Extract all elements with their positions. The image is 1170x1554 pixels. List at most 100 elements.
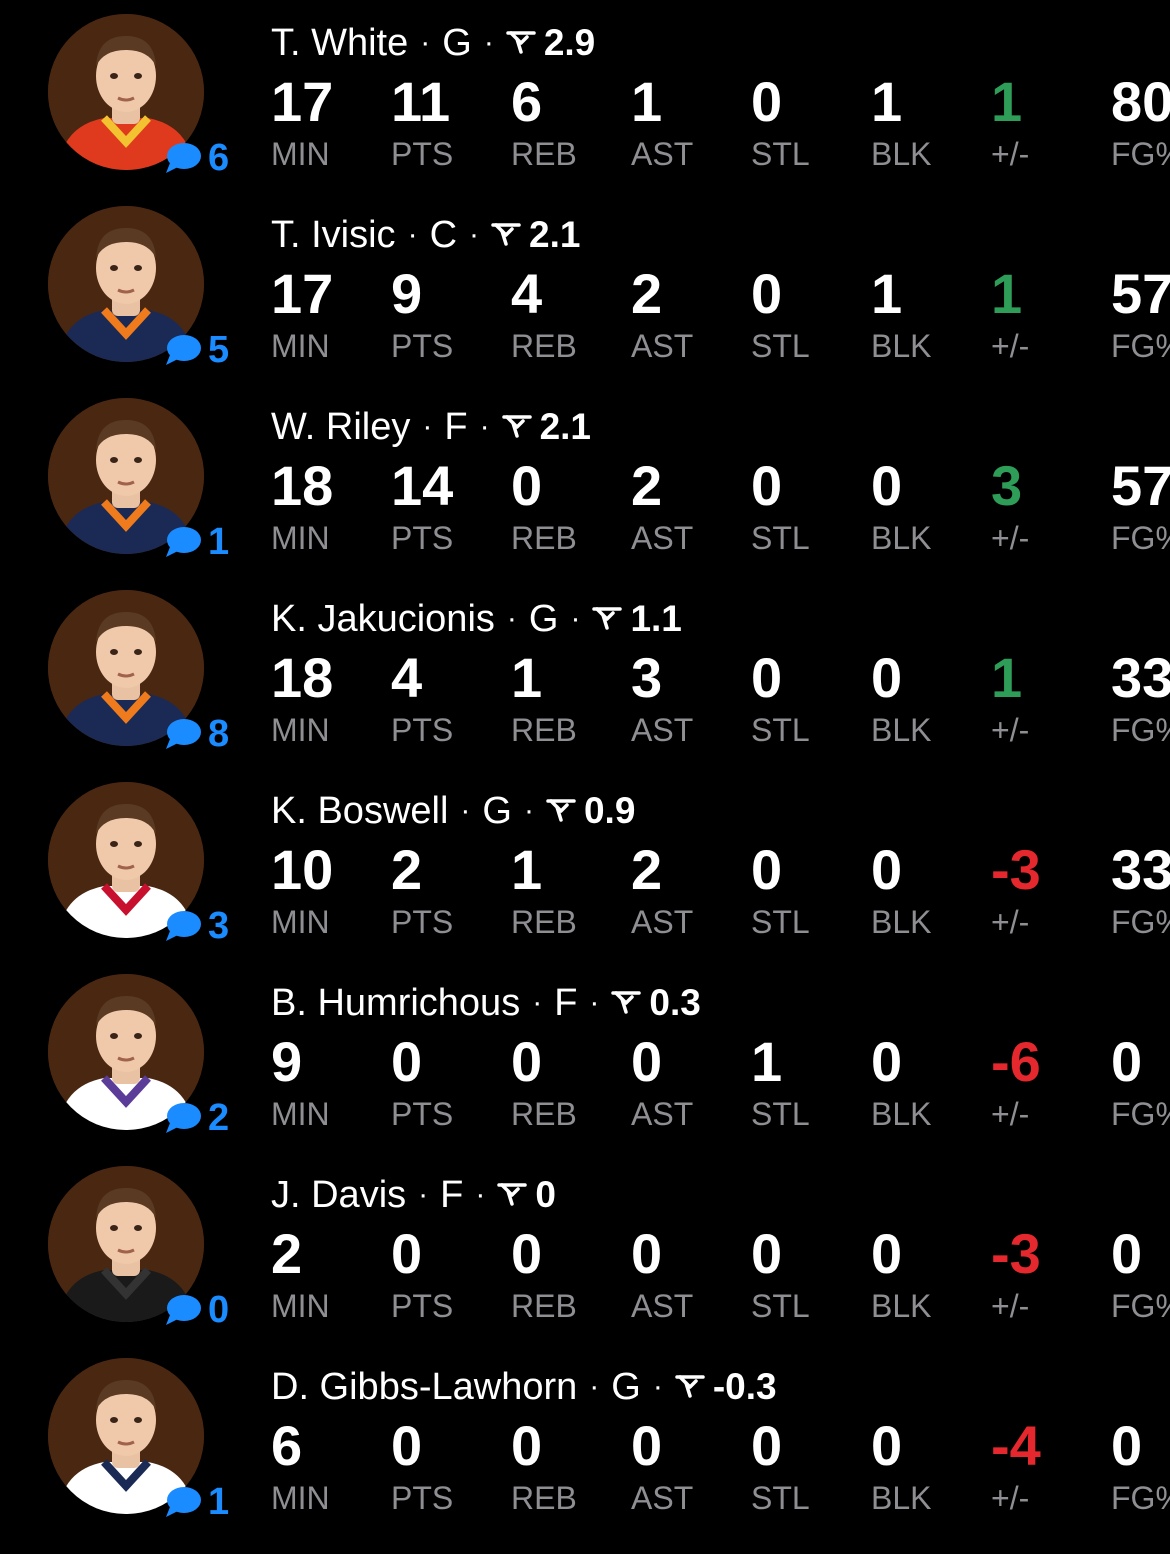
player-rating: 2.1 — [539, 406, 592, 447]
player-info-line[interactable]: K. Jakucionis · G · 1.1 — [271, 596, 682, 642]
comment-badge[interactable]: 1 — [164, 1480, 229, 1524]
stat-fg-pct-value: 0 — [1111, 1030, 1143, 1093]
player-rating: 0 — [535, 1174, 556, 1215]
player-row[interactable]: 2 B. Humrichous · F · 0.3 9 MIN 0 PTS 0 REB 0 AST 1 STL… — [0, 960, 1170, 1152]
rating-icon-wrap — [497, 1182, 535, 1208]
rating-icon — [501, 415, 532, 438]
separator-dot: · — [475, 1178, 486, 1211]
stat-fg-pct: 80FG% — [1111, 70, 1170, 174]
player-info-line[interactable]: T. White · G · 2.9 — [271, 20, 595, 66]
stat-fg-pct-label: FG% — [1111, 712, 1170, 748]
separator-dot: · — [532, 986, 543, 1019]
player-rating: -0.3 — [712, 1366, 777, 1407]
separator-dot: · — [422, 410, 433, 443]
player-stats-list: 6 T. White · G · 2.9 17 MIN 11 PTS 6 REB 1 AST 0 STL 1 BL… — [0, 0, 1170, 1554]
player-position: G — [442, 21, 472, 64]
player-row[interactable]: 8 K. Jakucionis · G · 1.1 18 MIN 4 PTS 1 REB 3 AST 0 ST… — [0, 576, 1170, 768]
stat-fg-pct-value: 0 — [1111, 1222, 1143, 1285]
player-info-line[interactable]: T. Ivisic · C · 2.1 — [271, 212, 580, 258]
separator-dot: · — [483, 26, 494, 59]
stat-fg-pct: 57FG% — [1111, 454, 1170, 558]
rating-icon — [491, 223, 521, 246]
comment-badge[interactable]: 2 — [164, 1096, 229, 1140]
comment-count: 1 — [208, 521, 230, 563]
rating-icon — [546, 799, 576, 822]
comment-icon — [166, 143, 201, 173]
stat-fg-pct-label: FG% — [1111, 1096, 1170, 1132]
player-info-line[interactable]: B. Humrichous · F · 0.3 — [271, 980, 701, 1026]
rating-icon-wrap — [506, 30, 544, 56]
separator-dot: · — [652, 1370, 663, 1403]
player-name[interactable]: K. Jakucionis — [271, 598, 495, 641]
comment-icon — [166, 1295, 201, 1325]
stat-fg-pct-value: 0 — [1111, 1414, 1143, 1477]
stat-fg-pct: 0FG% — [1111, 1414, 1170, 1518]
player-row[interactable]: 0 J. Davis · F · 0 2 MIN 0 PTS 0 REB 0 AST 0 STL 0 BLK -3 +… — [0, 1152, 1170, 1344]
comment-badge[interactable]: 1 — [164, 520, 229, 564]
player-name[interactable]: J. Davis — [271, 1174, 406, 1217]
stat-fg-pct: 33FG% — [1111, 838, 1170, 942]
separator-dot: · — [589, 986, 600, 1019]
stat-fg-pct-label: FG% — [1111, 1480, 1170, 1516]
rating-icon-wrap — [592, 606, 630, 632]
comment-icon — [166, 1103, 201, 1133]
player-position: C — [429, 213, 458, 256]
stat-fg-pct-label: FG% — [1111, 904, 1170, 940]
comment-count: 2 — [208, 1097, 230, 1139]
rating-icon — [506, 31, 536, 54]
player-name[interactable]: D. Gibbs-Lawhorn — [271, 1366, 577, 1409]
player-rating: 0.9 — [583, 790, 636, 831]
stat-fg-pct-label: FG% — [1111, 1288, 1170, 1324]
player-rating: 1.1 — [630, 598, 682, 639]
separator-dot: · — [479, 410, 490, 443]
player-row[interactable]: 3 K. Boswell · G · 0.9 10 MIN 2 PTS 1 REB 2 AST 0 STL 0 B… — [0, 768, 1170, 960]
player-row[interactable]: 1 D. Gibbs-Lawhorn · G · -0.3 6 MIN 0 PTS 0 REB 0 AST… — [0, 1344, 1170, 1536]
stat-fg-pct: 0FG% — [1111, 1030, 1170, 1134]
comment-icon — [166, 911, 201, 941]
player-name[interactable]: T. Ivisic — [271, 214, 396, 257]
player-position: G — [528, 597, 559, 640]
player-info-line[interactable]: D. Gibbs-Lawhorn · G · -0.3 — [271, 1364, 777, 1410]
separator-dot: · — [420, 26, 431, 59]
comment-badge[interactable]: 0 — [164, 1288, 229, 1332]
stat-fg-pct-label: FG% — [1111, 328, 1170, 364]
rating-icon-wrap — [611, 990, 649, 1016]
player-row[interactable]: 5 T. Ivisic · C · 2.1 17 MIN 9 PTS 4 REB 2 AST 0 STL 1 BL… — [0, 192, 1170, 384]
rating-icon-wrap — [546, 798, 584, 824]
comment-badge[interactable]: 3 — [164, 904, 229, 948]
comment-badge[interactable]: 6 — [164, 136, 229, 180]
player-position: F — [440, 1173, 464, 1216]
comment-badge[interactable]: 5 — [164, 328, 229, 372]
player-name[interactable]: W. Riley — [271, 406, 410, 449]
stat-fg-pct: 57FG% — [1111, 262, 1170, 366]
player-info-line[interactable]: J. Davis · F · 0 — [271, 1172, 556, 1218]
player-name[interactable]: T. White — [271, 22, 408, 65]
player-info-line[interactable]: K. Boswell · G · 0.9 — [271, 788, 635, 834]
comment-count: 6 — [208, 137, 230, 179]
comment-icon — [166, 1487, 201, 1517]
comment-badge[interactable]: 8 — [164, 712, 229, 756]
comment-icon — [166, 335, 201, 365]
comment-count: 5 — [208, 329, 230, 371]
rating-icon — [611, 991, 642, 1014]
player-name[interactable]: B. Humrichous — [271, 982, 520, 1025]
player-rating: 2.9 — [543, 22, 596, 63]
separator-dot: · — [418, 1178, 429, 1211]
comment-count: 3 — [208, 905, 230, 947]
stat-fg-pct-label: FG% — [1111, 520, 1170, 556]
stat-fg-pct-value: 33 — [1111, 838, 1170, 901]
player-row[interactable]: 1 W. Riley · F · 2.1 18 MIN 14 PTS 0 REB 2 AST 0 STL 0 BL… — [0, 384, 1170, 576]
stat-fg-pct-value: 33 — [1111, 646, 1170, 709]
player-rating: 2.1 — [529, 214, 581, 255]
comment-count: 1 — [208, 1481, 230, 1523]
rating-icon — [675, 1375, 705, 1398]
separator-dot: · — [506, 602, 517, 635]
player-info-line[interactable]: W. Riley · F · 2.1 — [271, 404, 591, 450]
comment-icon — [166, 527, 201, 557]
comment-count: 8 — [208, 713, 230, 755]
rating-icon-wrap — [501, 414, 540, 440]
player-name[interactable]: K. Boswell — [271, 790, 448, 833]
player-row[interactable]: 6 T. White · G · 2.9 17 MIN 11 PTS 6 REB 1 AST 0 STL 1 BL… — [0, 0, 1170, 192]
player-position: F — [554, 981, 578, 1024]
separator-dot: · — [523, 794, 534, 827]
